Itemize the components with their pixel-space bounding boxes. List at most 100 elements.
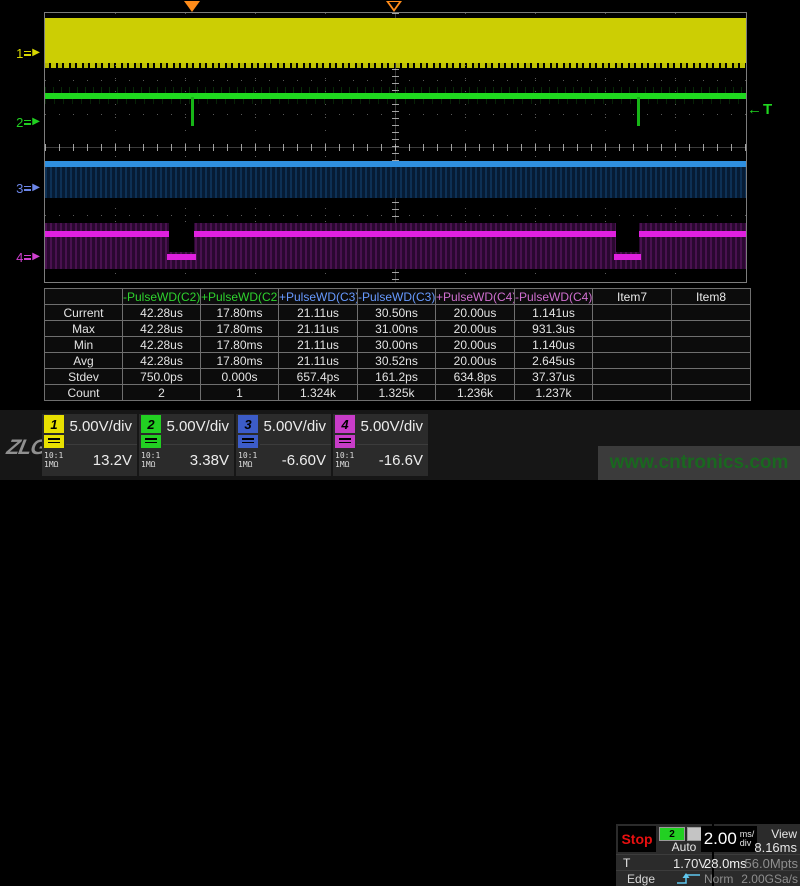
header-measurement[interactable]: +PulseWD(C4) — [436, 289, 515, 305]
ch4-pulse-gap — [616, 223, 639, 252]
cell: 20.00us — [436, 337, 515, 353]
timebase-settings-box: 2.00 ms/div View 8.16ms 28.0ms 56.0Mpts … — [714, 824, 800, 886]
trigger-source-badge[interactable]: 2 — [659, 827, 685, 841]
trigger-delay-marker[interactable] — [184, 1, 200, 12]
cell — [593, 369, 672, 385]
cell: 1.324k — [279, 385, 358, 401]
ch3-probe-info: 10:11MΩ — [238, 451, 257, 469]
ch2-glitch-pulse — [191, 97, 194, 126]
ch2-offset-marker[interactable]: 2▶ — [8, 114, 40, 130]
ch4-volts-per-div: 5.00V/div — [360, 418, 423, 435]
trigger-type[interactable]: Edge — [627, 872, 655, 886]
ch4-marker-label: 4 — [16, 250, 23, 265]
ch4-offset-marker[interactable]: 4▶ — [8, 249, 40, 265]
ch1-marker-label: 1 — [16, 46, 23, 61]
ch4-settings-box[interactable]: 4 10:11MΩ 5.00V/div -16.6V — [333, 414, 428, 476]
cell: 17.80ms — [201, 337, 279, 353]
header-measurement[interactable]: +PulseWD(C2) — [201, 289, 279, 305]
view-span-value: 8.16ms — [754, 840, 797, 855]
ch4-badge: 4 — [335, 415, 355, 433]
cell: 634.8ps — [436, 369, 515, 385]
arrow-right-icon: ▶ — [32, 252, 40, 262]
trigger-delay-value[interactable]: 28.0ms — [704, 856, 747, 871]
trigger-settings-box: Stop 2 Auto T 1.70V Edge — [616, 824, 712, 886]
cell: 31.00ns — [358, 321, 436, 337]
dc-coupling-icon — [141, 435, 161, 448]
ch3-offset-marker[interactable]: 3▶ — [8, 180, 40, 196]
cell: 42.28us — [123, 321, 201, 337]
cell: 1 — [201, 385, 279, 401]
memory-depth: 56.0Mpts — [745, 856, 798, 871]
ch4-trace-high — [194, 231, 616, 237]
timebase-scale-unit: ms/div — [740, 830, 755, 848]
ch1-probe-info: 10:11MΩ — [44, 451, 63, 469]
dc-coupling-icon — [335, 435, 355, 448]
header-measurement[interactable]: Item8 — [672, 289, 751, 305]
ch4-offset-value: -16.6V — [379, 452, 423, 469]
ground-level-icon — [24, 253, 31, 261]
table-header-row: -PulseWD(C2) +PulseWD(C2) +PulseWD(C3) -… — [45, 289, 751, 305]
header-blank — [45, 289, 123, 305]
ch4-trace-noise — [45, 223, 746, 269]
cell: 20.00us — [436, 353, 515, 369]
header-measurement[interactable]: +PulseWD(C3) — [279, 289, 358, 305]
watermark: www.cntronics.com — [598, 446, 800, 480]
row-label: Stdev — [45, 369, 123, 385]
ground-level-icon — [24, 184, 31, 192]
arrow-right-icon: ▶ — [32, 183, 40, 193]
ch4-probe-info: 10:11MΩ — [335, 451, 354, 469]
trigger-level-marker[interactable]: ←T — [747, 101, 773, 118]
cell: 17.80ms — [201, 321, 279, 337]
header-measurement[interactable]: -PulseWD(C2) — [123, 289, 201, 305]
cell: 0.000s — [201, 369, 279, 385]
ch3-badge: 3 — [238, 415, 258, 433]
trigger-position-marker[interactable] — [386, 1, 402, 12]
ch3-settings-box[interactable]: 3 10:11MΩ 5.00V/div -6.60V — [236, 414, 331, 476]
ch3-trace-noise — [45, 167, 746, 198]
ch2-marker-label: 2 — [16, 115, 23, 130]
ch4-pulse-gap — [169, 223, 194, 252]
ground-level-icon — [24, 118, 31, 126]
header-measurement[interactable]: -PulseWD(C4) — [515, 289, 593, 305]
cell — [593, 321, 672, 337]
cell — [672, 321, 751, 337]
header-measurement[interactable]: Item7 — [593, 289, 672, 305]
row-label: Max — [45, 321, 123, 337]
dc-coupling-icon — [44, 435, 64, 448]
dc-coupling-icon — [238, 435, 258, 448]
ch4-trace-low-pulse — [614, 254, 641, 260]
ch2-probe-info: 10:11MΩ — [141, 451, 160, 469]
row-label: Count — [45, 385, 123, 401]
table-row: Max 42.28us 17.80ms 21.11us 31.00ns 20.0… — [45, 321, 751, 337]
ch1-trace-noise — [45, 63, 746, 68]
ch2-trace-noise — [45, 99, 746, 104]
trigger-level-value[interactable]: 1.70V — [673, 856, 707, 871]
header-measurement[interactable]: -PulseWD(C3) — [358, 289, 436, 305]
ch4-trace-low-pulse — [167, 254, 196, 260]
ch1-offset-value: 13.2V — [93, 452, 132, 469]
cell: 1.140us — [515, 337, 593, 353]
table-row: Min 42.28us 17.80ms 21.11us 30.00ns 20.0… — [45, 337, 751, 353]
ch2-offset-value: 3.38V — [190, 452, 229, 469]
cell: 30.00ns — [358, 337, 436, 353]
cell: 1.141us — [515, 305, 593, 321]
cell: 2 — [123, 385, 201, 401]
view-label: View — [771, 827, 797, 841]
table-row: Avg 42.28us 17.80ms 21.11us 30.52ns 20.0… — [45, 353, 751, 369]
timebase-scale[interactable]: 2.00 ms/div — [701, 826, 757, 852]
cell: 21.11us — [279, 353, 358, 369]
cell: 2.645us — [515, 353, 593, 369]
cell — [593, 353, 672, 369]
measurement-table: -PulseWD(C2) +PulseWD(C2) +PulseWD(C3) -… — [44, 288, 750, 401]
ch2-settings-box[interactable]: 2 10:11MΩ 5.00V/div 3.38V — [139, 414, 234, 476]
row-label: Current — [45, 305, 123, 321]
timebase-scale-value: 2.00 — [704, 829, 737, 849]
cell — [672, 305, 751, 321]
ch1-badge: 1 — [44, 415, 64, 433]
ch1-settings-box[interactable]: 1 10:11MΩ 5.00V/div 13.2V — [42, 414, 137, 476]
run-state-button[interactable]: Stop — [618, 826, 656, 852]
cell — [672, 385, 751, 401]
ch2-badge: 2 — [141, 415, 161, 433]
ch1-offset-marker[interactable]: 1▶ — [8, 45, 40, 61]
ch3-volts-per-div: 5.00V/div — [263, 418, 326, 435]
